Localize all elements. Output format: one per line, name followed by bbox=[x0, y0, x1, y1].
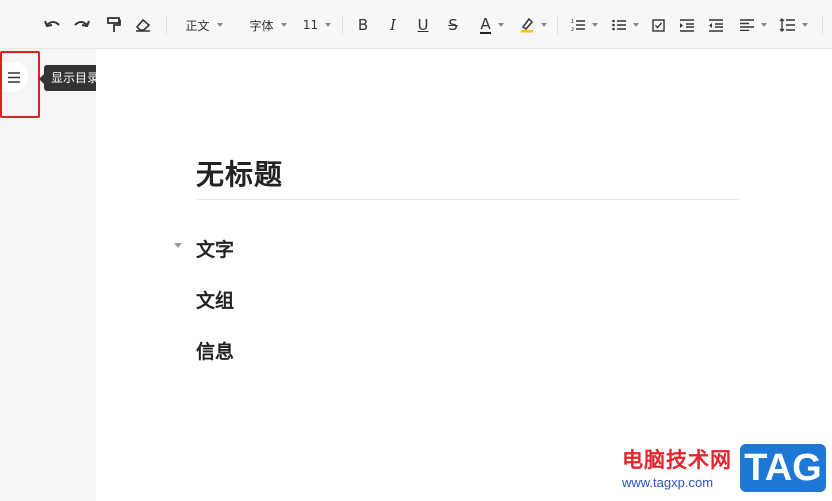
indent-decrease-icon bbox=[709, 18, 723, 32]
ordered-list-icon: 12 bbox=[571, 19, 585, 32]
indent-decrease-button[interactable] bbox=[706, 13, 726, 37]
svg-text:1: 1 bbox=[571, 19, 574, 25]
redo-icon bbox=[74, 20, 90, 28]
watermark: 电脑技术网 www.tagxp.com TAG bbox=[622, 444, 832, 501]
chevron-down-icon bbox=[591, 23, 598, 27]
chevron-down-icon bbox=[540, 23, 547, 27]
watermark-url: www.tagxp.com bbox=[622, 475, 714, 490]
toolbar-divider bbox=[557, 15, 558, 35]
clear-format-button[interactable] bbox=[132, 13, 154, 37]
chevron-down-icon bbox=[760, 23, 767, 27]
toolbar-divider bbox=[822, 15, 823, 35]
indent-increase-button[interactable] bbox=[677, 13, 697, 37]
underline-label: U bbox=[417, 16, 429, 34]
document-page[interactable]: 无标题 文字 文组 信息 bbox=[96, 49, 832, 501]
chevron-down-icon bbox=[497, 23, 504, 27]
font-color-label: A bbox=[480, 15, 491, 34]
chevron-down-icon bbox=[632, 23, 639, 27]
strikethrough-button[interactable]: S bbox=[443, 13, 463, 37]
bold-label: B bbox=[357, 16, 369, 34]
annotation-highlight-box bbox=[0, 51, 40, 118]
font-family-label: 字体 bbox=[249, 18, 274, 33]
font-family-select[interactable]: 字体 bbox=[244, 13, 292, 37]
bold-button[interactable]: B bbox=[353, 13, 373, 37]
underline-button[interactable]: U bbox=[413, 13, 433, 37]
line-height-select[interactable] bbox=[776, 13, 810, 37]
toolbar: 正文 字体 11 B I U S A 12 bbox=[0, 0, 832, 49]
toolbar-divider bbox=[166, 15, 167, 35]
paragraph-style-select[interactable]: 正文 bbox=[180, 13, 228, 37]
paint-brush-icon bbox=[107, 17, 121, 32]
task-list-button[interactable] bbox=[648, 13, 668, 37]
undo-button[interactable] bbox=[42, 13, 64, 37]
heading-item[interactable]: 文字 bbox=[196, 235, 234, 262]
font-color-button[interactable]: A bbox=[474, 13, 510, 37]
document-title[interactable]: 无标题 bbox=[196, 153, 283, 193]
indent-increase-icon bbox=[680, 18, 694, 32]
heading-item[interactable]: 文组 bbox=[196, 286, 234, 313]
undo-icon bbox=[44, 20, 60, 28]
align-select[interactable] bbox=[737, 13, 769, 37]
redo-button[interactable] bbox=[70, 13, 92, 37]
italic-button[interactable]: I bbox=[383, 13, 403, 37]
eraser-icon bbox=[135, 18, 151, 32]
font-size-label: 11 bbox=[302, 18, 319, 32]
chevron-down-icon bbox=[280, 23, 287, 27]
svg-text:2: 2 bbox=[571, 27, 574, 32]
chevron-down-icon bbox=[801, 23, 808, 27]
italic-label: I bbox=[390, 16, 396, 34]
font-size-select[interactable]: 11 bbox=[302, 13, 332, 37]
strikethrough-label: S bbox=[448, 16, 458, 34]
highlight-color-button[interactable] bbox=[516, 13, 550, 37]
chevron-down-icon bbox=[325, 23, 332, 27]
bullet-list-button[interactable] bbox=[608, 13, 642, 37]
watermark-logo: TAG bbox=[740, 444, 826, 492]
title-divider bbox=[196, 199, 739, 200]
watermark-site-name: 电脑技术网 bbox=[622, 448, 732, 472]
line-height-icon bbox=[779, 18, 795, 32]
ordered-list-button[interactable]: 12 bbox=[567, 13, 601, 37]
format-painter-button[interactable] bbox=[104, 13, 124, 37]
heading-item[interactable]: 信息 bbox=[196, 337, 234, 364]
bullet-list-icon bbox=[611, 19, 626, 31]
checkbox-icon bbox=[651, 18, 665, 32]
chevron-down-icon bbox=[216, 23, 223, 27]
toolbar-divider bbox=[342, 15, 343, 35]
paragraph-style-label: 正文 bbox=[185, 18, 210, 33]
collapse-toggle-icon[interactable] bbox=[174, 243, 182, 248]
align-left-icon bbox=[739, 19, 754, 31]
highlighter-icon bbox=[520, 17, 533, 33]
